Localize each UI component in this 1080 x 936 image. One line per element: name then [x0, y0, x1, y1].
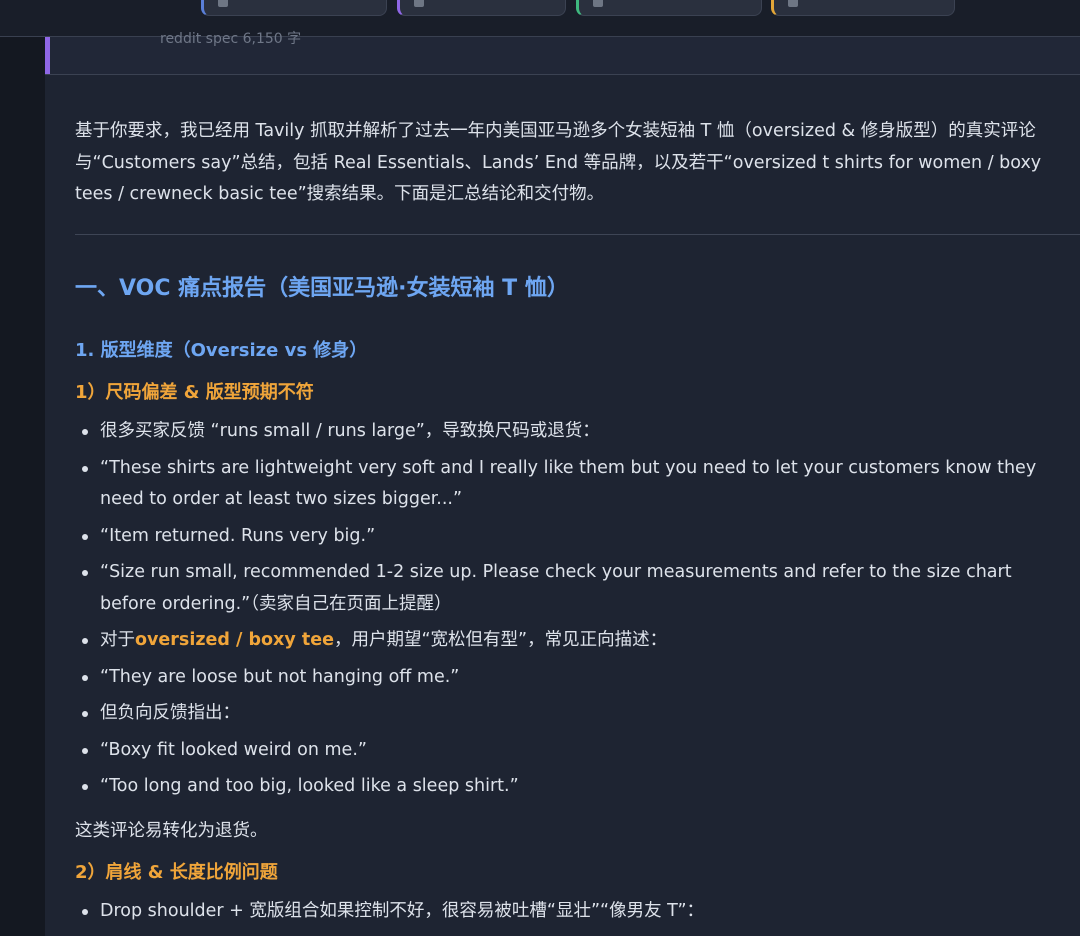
list-item-text: “Too long and too big, looked like a sle…: [100, 776, 519, 796]
list-item: “They are loose but not hanging off me.”: [75, 662, 1065, 694]
list-item: 很多买家反馈 “runs small / runs large”，导致换尺码或退…: [75, 416, 1065, 448]
left-sidebar-rail: [0, 37, 45, 936]
section-heading: 一、VOC 痛点报告（美国亚马逊·女装短袖 T 恤）: [75, 276, 569, 301]
list-item: 对于oversized / boxy tee，用户期望“宽松但有型”，常见正向描…: [75, 625, 1065, 657]
list-item: 但负向反馈指出：: [75, 698, 1065, 730]
bullet-list-size-issues: 很多买家反馈 “runs small / runs large”，导致换尺码或退…: [75, 416, 1065, 803]
list-item-text: Drop shoulder + 宽版组合如果控制不好，很容易被吐槽“显壮”“像男…: [100, 901, 705, 921]
list-item: “Size run small, recommended 1-2 size up…: [75, 557, 1065, 620]
toolbar-chip-3[interactable]: [576, 0, 762, 16]
list-item: “Item returned. Runs very big.”: [75, 521, 1065, 553]
list-item-text: ，用户期望“宽松但有型”，常见正向描述：: [333, 630, 668, 650]
highlighted-term: oversized / boxy tee: [135, 630, 334, 650]
chip-icon: [218, 0, 228, 7]
toolbar-chip-4[interactable]: [771, 0, 955, 16]
point-heading-shoulder-length: 2）肩线 & 长度比例问题: [75, 862, 278, 883]
quote-accent-bar: [45, 37, 50, 74]
quoted-attachment[interactable]: reddit spec 6,150 字: [45, 31, 1080, 75]
list-item-text: “Boxy fit looked weird on me.”: [100, 739, 367, 760]
subsection-heading: 1. 版型维度（Oversize vs 修身）: [75, 340, 368, 361]
conclusion-text: 这类评论易转化为退货。: [75, 821, 268, 841]
list-item-text: “Size run small, recommended 1-2 size up…: [100, 562, 1012, 614]
bullet-list-shoulder-issues: Drop shoulder + 宽版组合如果控制不好，很容易被吐槽“显壮”“像男…: [75, 896, 1065, 928]
list-item: “Too long and too big, looked like a sle…: [75, 771, 1065, 803]
list-item-text: “These shirts are lightweight very soft …: [100, 457, 1037, 510]
chip-icon: [593, 0, 603, 7]
list-item-text: 对于: [100, 630, 135, 650]
attachment-meta: reddit spec 6,150 字: [160, 31, 302, 47]
point-heading-size-deviation: 1）尺码偏差 & 版型预期不符: [75, 382, 314, 403]
toolbar-chip-2[interactable]: [397, 0, 566, 16]
toolbar-chip-1[interactable]: [201, 0, 387, 16]
list-item-text: “They are loose but not hanging off me.”: [100, 666, 460, 687]
list-item-text: 很多买家反馈 “runs small / runs large”，导致换尺码或退…: [100, 421, 600, 441]
list-item: Drop shoulder + 宽版组合如果控制不好，很容易被吐槽“显壮”“像男…: [75, 896, 1065, 928]
chip-icon: [414, 0, 424, 7]
divider: [75, 234, 1080, 235]
list-item-text: 但负向反馈指出：: [100, 703, 240, 723]
list-item: “Boxy fit looked weird on me.”: [75, 735, 1065, 767]
intro-paragraph: 基于你要求，我已经用 Tavily 抓取并解析了过去一年内美国亚马逊多个女装短袖…: [75, 121, 1042, 204]
chip-icon: [788, 0, 798, 7]
list-item: “These shirts are lightweight very soft …: [75, 453, 1065, 516]
list-item-text: “Item returned. Runs very big.”: [100, 525, 376, 546]
assistant-message: 基于你要求，我已经用 Tavily 抓取并解析了过去一年内美国亚马逊多个女装短袖…: [75, 116, 1075, 211]
